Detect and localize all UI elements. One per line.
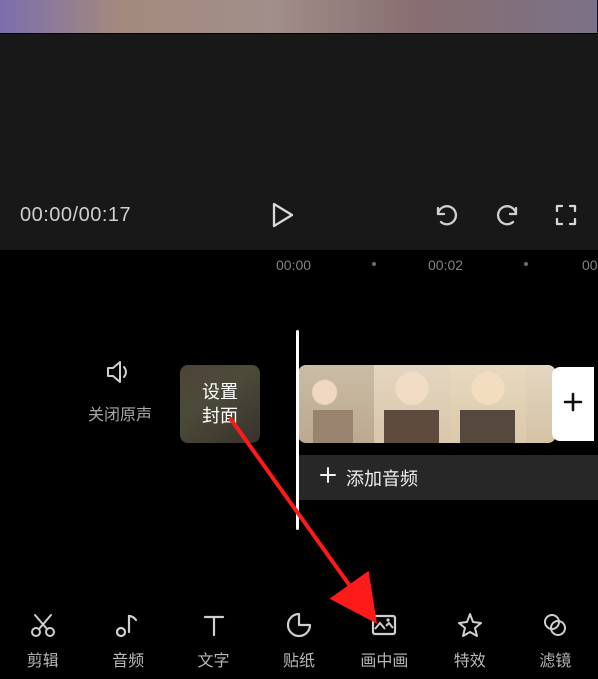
ruler-tick: 00:00 <box>276 257 311 273</box>
filter-icon <box>541 611 569 639</box>
speaker-icon <box>106 371 134 388</box>
tool-label: 画中画 <box>360 647 408 671</box>
cover-label: 设置 封面 <box>202 380 238 428</box>
play-icon[interactable] <box>272 202 294 228</box>
tool-sticker[interactable]: 贴纸 <box>259 611 339 671</box>
clip-thumbnail[interactable] <box>374 365 450 443</box>
add-audio-label: 添加音频 <box>346 465 418 491</box>
tool-label: 文字 <box>198 647 230 671</box>
picture-in-picture-icon <box>370 611 398 639</box>
scissors-icon <box>29 611 57 639</box>
mute-label: 关闭原声 <box>88 401 152 425</box>
set-cover-button[interactable]: 设置 封面 <box>180 365 260 443</box>
effects-icon <box>456 611 484 639</box>
bottom-toolbar: 剪辑 音频 文字 贴纸 <box>0 605 598 679</box>
ruler-dot <box>524 262 528 266</box>
music-note-icon <box>114 611 142 639</box>
tool-label: 贴纸 <box>283 647 315 671</box>
tool-label: 剪辑 <box>27 647 59 671</box>
video-frame <box>0 0 597 34</box>
tool-label: 音频 <box>112 647 144 671</box>
playhead[interactable] <box>296 330 299 530</box>
timeline[interactable]: 关闭原声 设置 封面 添加音频 <box>0 280 598 605</box>
preview-controls-bar: 00:00/00:17 <box>0 180 598 250</box>
plus-icon <box>320 467 336 488</box>
sticker-icon <box>285 611 313 639</box>
add-clip-button[interactable] <box>552 367 594 441</box>
tool-label: 特效 <box>454 647 486 671</box>
ruler-dot <box>372 262 376 266</box>
tool-text[interactable]: 文字 <box>174 611 254 671</box>
ruler-tick: 00 <box>582 257 598 273</box>
ruler-tick: 00:02 <box>428 257 463 273</box>
time-ruler[interactable]: 00:00 00:02 00 <box>0 252 598 280</box>
tool-audio[interactable]: 音频 <box>88 611 168 671</box>
tool-pip[interactable]: 画中画 <box>344 611 424 671</box>
text-icon <box>200 611 228 639</box>
tool-filter[interactable]: 滤镜 <box>515 611 595 671</box>
fullscreen-icon[interactable] <box>554 203 578 227</box>
playback-time: 00:00/00:17 <box>20 204 131 227</box>
clip-thumbnail[interactable] <box>450 365 526 443</box>
undo-icon[interactable] <box>434 204 460 226</box>
redo-icon[interactable] <box>494 204 520 226</box>
video-preview[interactable]: 00:00/00:17 <box>0 0 598 250</box>
add-audio-track[interactable]: 添加音频 <box>298 455 598 500</box>
clip-thumbnail[interactable] <box>298 365 374 443</box>
tool-effects[interactable]: 特效 <box>430 611 510 671</box>
tool-label: 滤镜 <box>539 647 571 671</box>
tool-edit[interactable]: 剪辑 <box>3 611 83 671</box>
plus-icon <box>562 391 584 418</box>
mute-original-audio-button[interactable]: 关闭原声 <box>88 360 152 425</box>
video-clip-track[interactable] <box>298 365 556 443</box>
